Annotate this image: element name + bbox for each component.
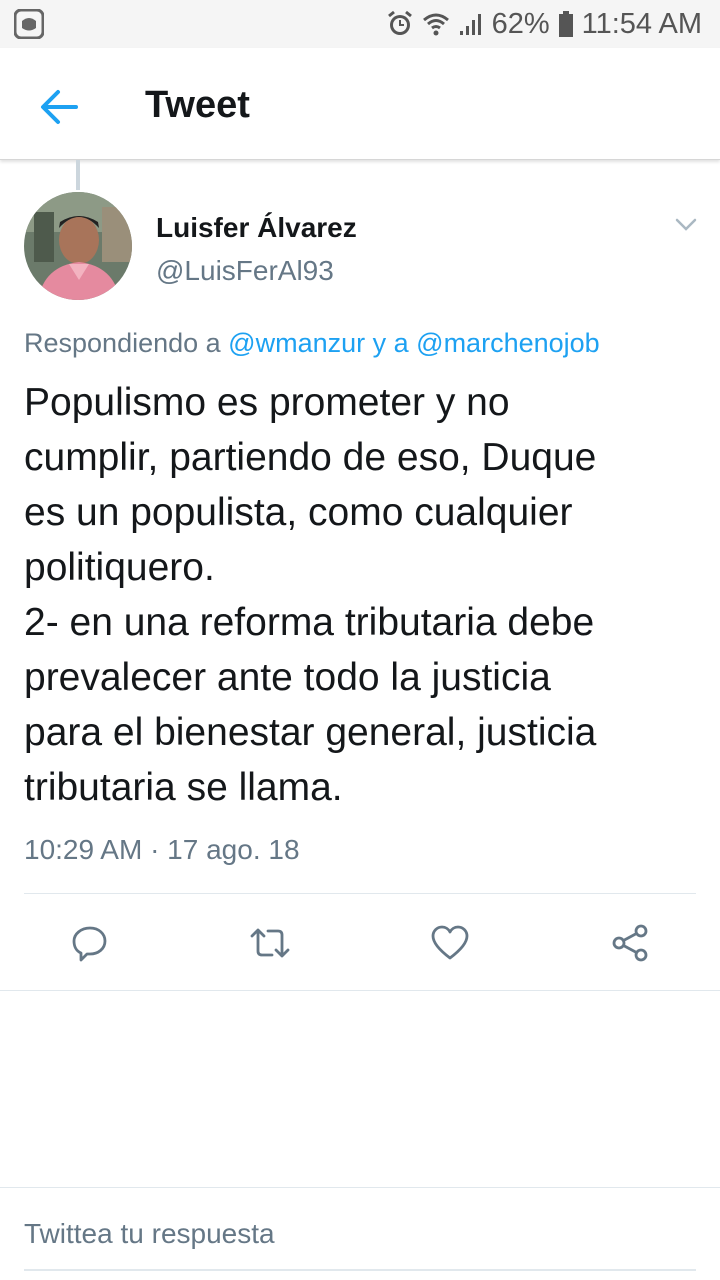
mention-link-2[interactable]: @marchenojob: [416, 328, 600, 358]
divider: [0, 990, 720, 991]
reply-input-underline: [24, 1269, 696, 1271]
reply-button[interactable]: [62, 915, 118, 971]
share-button[interactable]: [602, 915, 658, 971]
author-name[interactable]: Luisfer Álvarez: [156, 212, 357, 244]
arrow-left-icon: [41, 90, 78, 124]
retweet-icon: [250, 928, 290, 958]
author-handle[interactable]: @LuisFerAl93: [156, 255, 334, 287]
reply-bar: Twittea tu respuesta: [0, 1187, 720, 1280]
reply-input[interactable]: Twittea tu respuesta: [24, 1218, 275, 1250]
like-icon: [431, 925, 469, 960]
wifi-icon: [422, 10, 450, 38]
battery-percent: 62%: [491, 7, 550, 40]
app-icon: [13, 8, 45, 40]
replying-joiner: y a: [365, 328, 417, 358]
tweet-timestamp: 10:29 AM · 17 ago. 18: [24, 834, 300, 865]
alarm-icon: [386, 10, 414, 38]
mention-link-1[interactable]: @wmanzur: [228, 328, 365, 358]
status-icons: 62% 11:54 AM: [386, 0, 702, 48]
replying-to: Respondiendo a @wmanzur y a @marchenojob: [24, 328, 600, 359]
tweet-actions: [0, 915, 720, 971]
retweet-button[interactable]: [242, 915, 298, 971]
signal-icon: [458, 11, 484, 37]
thread-connector: [76, 160, 80, 190]
share-icon: [612, 924, 648, 962]
divider: [24, 893, 696, 894]
battery-icon: [558, 10, 574, 38]
avatar[interactable]: [24, 192, 132, 300]
chevron-down-icon: [675, 218, 697, 231]
replying-prefix: Respondiendo a: [24, 328, 229, 358]
like-button[interactable]: [422, 915, 478, 971]
clock: 11:54 AM: [581, 7, 702, 40]
tweet-text: Populismo es prometer y no cumplir, part…: [24, 381, 597, 809]
page-title: Tweet: [145, 84, 250, 126]
tweet-menu-button[interactable]: [672, 212, 700, 236]
status-bar: 62% 11:54 AM: [0, 0, 720, 48]
reply-icon: [72, 926, 107, 962]
app-bar: Tweet: [0, 48, 720, 160]
back-button[interactable]: [36, 84, 82, 130]
